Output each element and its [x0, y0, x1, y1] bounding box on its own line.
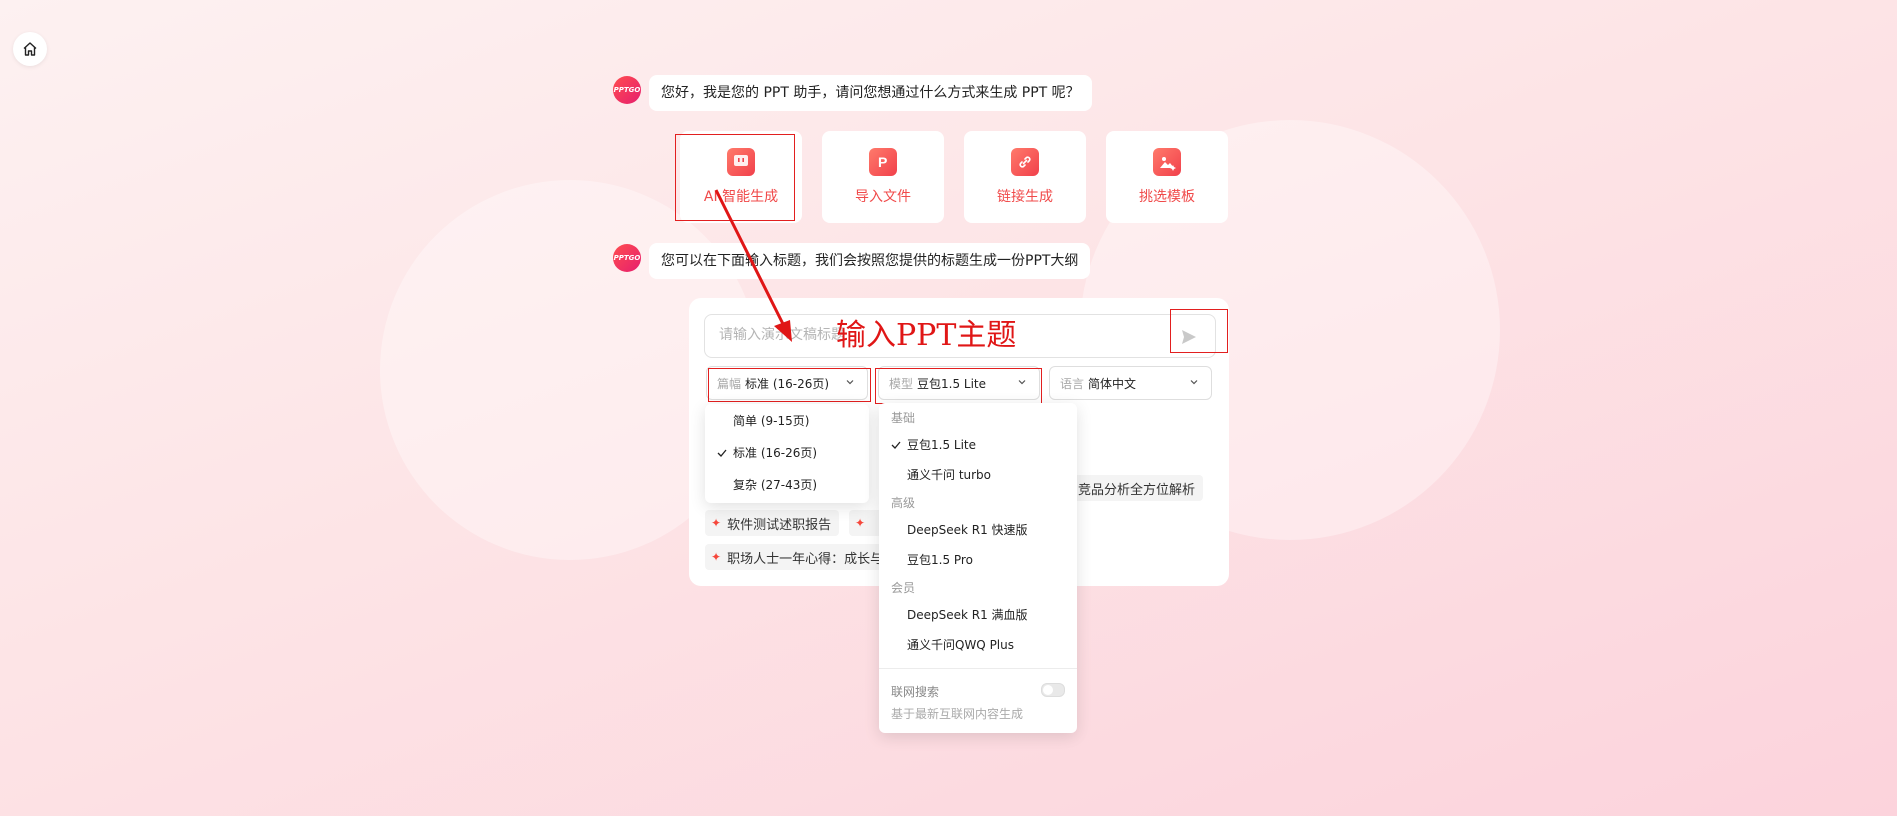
suggestion-label: 竞品分析全方位解析	[1078, 482, 1196, 498]
model-dropdown: 基础 豆包1.5 Lite 通义千问 turbo 高级 DeepSeek R1 …	[879, 403, 1077, 733]
check-icon	[717, 449, 727, 457]
model-option[interactable]: 豆包1.5 Pro	[879, 545, 1077, 575]
suggestion-label: 职场人士一年心得：成长与	[727, 551, 884, 567]
chevron-down-icon	[1190, 380, 1198, 385]
model-option-selected[interactable]: 豆包1.5 Lite	[879, 430, 1077, 460]
length-dropdown: 简单 (9-15页) 标准 (16-26页) 复杂 (27-43页)	[705, 404, 869, 503]
suggestion-label: 软件测试述职报告	[727, 517, 832, 533]
suggestion-chip[interactable]: 竞品分析全方位解析	[1072, 475, 1204, 501]
highlight-box-length	[708, 368, 871, 402]
model-group-label: 基础	[891, 411, 916, 425]
language-select[interactable]: 语言 简体中文	[1049, 366, 1212, 400]
language-select-value: 简体中文	[1088, 376, 1137, 391]
suggestion-chip[interactable]: ✦ 软件测试述职报告	[705, 510, 840, 536]
dropdown-divider	[879, 668, 1077, 669]
length-option-selected[interactable]: 标准 (16-26页)	[705, 438, 869, 468]
model-option[interactable]: 通义千问QWQ Plus	[879, 630, 1077, 660]
web-search-toggle[interactable]	[1041, 683, 1065, 697]
web-search-description: 基于最新互联网内容生成	[891, 707, 1024, 721]
language-select-key: 语言	[1060, 376, 1085, 391]
length-option[interactable]: 简单 (9-15页)	[705, 406, 869, 436]
sparkle-icon: ✦	[711, 550, 722, 564]
model-option[interactable]: DeepSeek R1 快速版	[879, 515, 1077, 545]
sparkle-icon: ✦	[855, 516, 866, 530]
model-option[interactable]: 通义千问 turbo	[879, 460, 1077, 490]
suggestion-chip[interactable]: ✦ 职场人士一年心得：成长与	[705, 544, 895, 570]
model-option[interactable]: DeepSeek R1 满血版	[879, 600, 1077, 630]
length-option[interactable]: 复杂 (27-43页)	[705, 470, 869, 500]
web-search-label: 联网搜索	[891, 685, 940, 699]
model-group-label: 高级	[891, 496, 916, 510]
check-icon	[891, 441, 901, 449]
highlight-box-model	[875, 368, 1042, 404]
sparkle-icon: ✦	[711, 516, 722, 530]
model-group-label: 会员	[891, 581, 916, 595]
